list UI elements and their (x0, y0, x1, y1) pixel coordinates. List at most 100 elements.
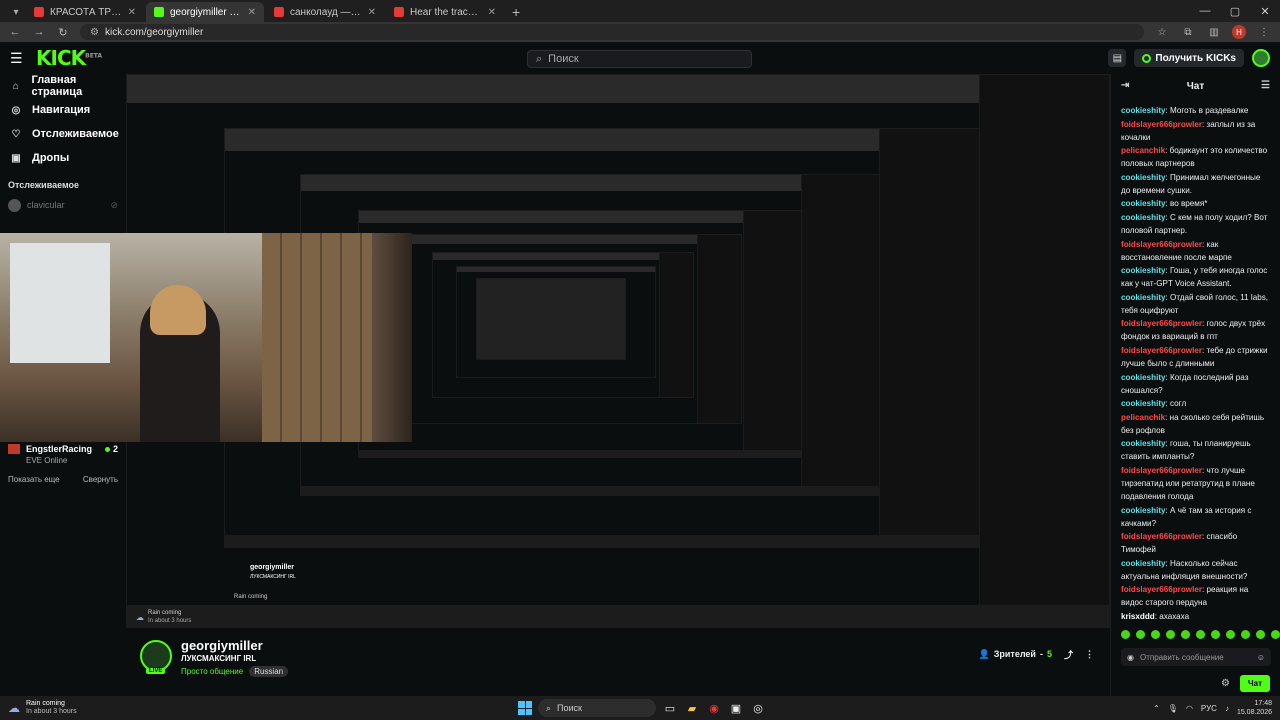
chat-username[interactable]: foidslayer666prowler (1121, 240, 1202, 249)
chat-username[interactable]: foidslayer666prowler (1121, 532, 1202, 541)
browser-tab[interactable]: КРАСОТА ТРЕБУЕТ ЖЕРТВ [Глеб... ✕ (26, 2, 144, 22)
emote-icon[interactable] (1196, 630, 1205, 639)
chat-username[interactable]: foidslayer666prowler (1121, 585, 1202, 594)
emote-icon[interactable] (1271, 630, 1280, 639)
chat-username[interactable]: cookieshity (1121, 293, 1166, 302)
chat-username[interactable]: cookieshity (1121, 266, 1166, 275)
sidebar-item-0[interactable]: ⌂ Главная страница (0, 74, 126, 98)
chat-username[interactable]: cookieshity (1121, 439, 1166, 448)
chat-username[interactable]: pelicanchik (1121, 146, 1165, 155)
url-field[interactable]: ⚙ kick.com/georgiymiller (80, 24, 1144, 40)
tab-menu-icon[interactable]: ▾ (6, 2, 26, 22)
chrome-icon[interactable]: ◉ (706, 700, 722, 716)
emote-icon[interactable] (1136, 630, 1145, 639)
task-view-icon[interactable]: ▭ (662, 700, 678, 716)
network-icon[interactable]: ◠ (1186, 704, 1193, 713)
weather-widget[interactable]: ☁ Rain coming In about 3 hours (0, 700, 77, 716)
followed-channel[interactable]: clavicular ⊘ (0, 196, 126, 214)
emote-icon[interactable] (1226, 630, 1235, 639)
get-kicks-button[interactable]: Получить KICKs (1134, 49, 1244, 67)
share-icon[interactable]: ⤴ (1064, 648, 1073, 661)
tab-close-icon[interactable]: ✕ (128, 7, 136, 18)
category-link[interactable]: Просто общение (181, 667, 243, 676)
sidebar-item-3[interactable]: ▣ Дропы (0, 146, 126, 170)
viewer-count: 👤 Зрителей - 5 (979, 649, 1052, 660)
new-tab-button[interactable]: + (506, 2, 526, 22)
emote-icon[interactable] (1256, 630, 1265, 639)
extensions-icon[interactable]: ⧉ (1180, 27, 1196, 38)
chat-settings-icon[interactable]: ⚙ (1221, 678, 1230, 689)
chat-username[interactable]: cookieshity (1121, 559, 1166, 568)
sidebar-item-1[interactable]: ◎ Навигация (0, 98, 126, 122)
tab-close-icon[interactable]: ✕ (488, 7, 496, 18)
chat-username[interactable]: foidslayer666prowler (1121, 346, 1202, 355)
emote-icon[interactable] (1166, 630, 1175, 639)
sidebar-item-2[interactable]: ♡ Отслеживаемое (0, 122, 126, 146)
bookmark-star-icon[interactable]: ☆ (1154, 27, 1170, 38)
emoji-icon[interactable]: ☺ (1257, 653, 1265, 662)
channel-name[interactable]: georgiymiller (181, 638, 263, 653)
forward-icon[interactable]: → (32, 26, 46, 38)
browser-tab[interactable]: georgiymiller Stream - Watch Liv... ✕ (146, 2, 264, 22)
chat-users-icon[interactable]: ☰ (1261, 80, 1270, 91)
clock[interactable]: 17:48 15.08.2026 (1237, 699, 1272, 717)
language-tag[interactable]: Russian (249, 666, 289, 677)
browser-tab[interactable]: Hear the tracks you've liked: on... ✕ (386, 2, 504, 22)
send-chat-button[interactable]: Чат (1240, 675, 1270, 692)
taskbar-search[interactable]: ⌕ Поиск (538, 699, 656, 717)
mic-icon[interactable]: 🎙 (1168, 704, 1178, 713)
browser-tab[interactable]: санколауд — Яндекс нашлось... ✕ (266, 2, 384, 22)
chat-username[interactable]: cookieshity (1121, 399, 1166, 408)
chat-username[interactable]: cookieshity (1121, 106, 1166, 115)
rain-cloud-icon: ☁ (8, 701, 20, 715)
maximize-icon[interactable]: ▢ (1220, 0, 1250, 22)
browser-menu-icon[interactable]: ⋮ (1256, 27, 1272, 38)
steam-icon[interactable]: ◎ (750, 700, 766, 716)
chat-username[interactable]: pelicanchik (1121, 413, 1165, 422)
site-info-icon[interactable]: ⚙ (90, 27, 99, 38)
collapse-chat-icon[interactable]: ⇥ (1121, 80, 1129, 91)
sidebar-toggle-icon[interactable]: ▥ (1206, 27, 1222, 38)
volume-icon[interactable]: ♪ (1225, 704, 1229, 713)
emote-icon[interactable] (1151, 630, 1160, 639)
minimize-icon[interactable]: — (1190, 0, 1220, 22)
chat-text: согл (1170, 399, 1187, 409)
chat-username[interactable]: foidslayer666prowler (1121, 466, 1202, 475)
search-input[interactable]: ⌕ Поиск (527, 50, 752, 68)
tray-chevron-icon[interactable]: ⌃ (1153, 704, 1160, 713)
emote-icon[interactable] (1211, 630, 1220, 639)
chat-username[interactable]: foidslayer666prowler (1121, 319, 1202, 328)
language-indicator[interactable]: РУС (1201, 704, 1217, 713)
close-window-icon[interactable]: ✕ (1250, 0, 1280, 22)
user-avatar[interactable] (1252, 49, 1270, 67)
chat-username[interactable]: cookieshity (1121, 506, 1166, 515)
chat-username[interactable]: cookieshity (1121, 173, 1166, 182)
tab-close-icon[interactable]: ✕ (248, 7, 256, 18)
kick-logo[interactable]: KICKBETA (36, 46, 102, 70)
chat-username[interactable]: cookieshity (1121, 373, 1166, 382)
tab-close-icon[interactable]: ✕ (368, 7, 376, 18)
reload-icon[interactable]: ↻ (56, 26, 70, 39)
back-icon[interactable]: ← (8, 26, 22, 38)
emote-icon[interactable] (1181, 630, 1190, 639)
webcam-overlay (0, 233, 372, 442)
app-icon[interactable]: ▣ (728, 700, 744, 716)
start-windows-icon[interactable] (518, 701, 532, 715)
theatre-mode-icon[interactable]: ▤ (1108, 49, 1127, 67)
recommended-channel[interactable]: EngstlerRacing 2 EVE Online Показать еще… (0, 442, 126, 484)
file-explorer-icon[interactable]: ▰ (684, 700, 700, 716)
chat-input[interactable]: ◉ Отправить сообщение ☺ (1121, 648, 1271, 666)
hamburger-menu-icon[interactable]: ☰ (10, 50, 28, 67)
collapse-link[interactable]: Свернуть (83, 475, 118, 484)
emote-icon[interactable] (1121, 630, 1130, 639)
chat-username[interactable]: krisxddd (1121, 612, 1155, 621)
chat-username[interactable]: cookieshity (1121, 199, 1166, 208)
followed-heading: Отслеживаемое (8, 180, 80, 190)
emote-icon[interactable] (1241, 630, 1250, 639)
show-more-link[interactable]: Показать еще (8, 475, 60, 484)
chat-username[interactable]: cookieshity (1121, 213, 1166, 222)
more-options-icon[interactable]: ⋮ (1085, 649, 1094, 660)
search-icon: ⌕ (536, 52, 543, 65)
profile-avatar[interactable]: H (1232, 25, 1246, 39)
chat-username[interactable]: foidslayer666prowler (1121, 120, 1202, 129)
